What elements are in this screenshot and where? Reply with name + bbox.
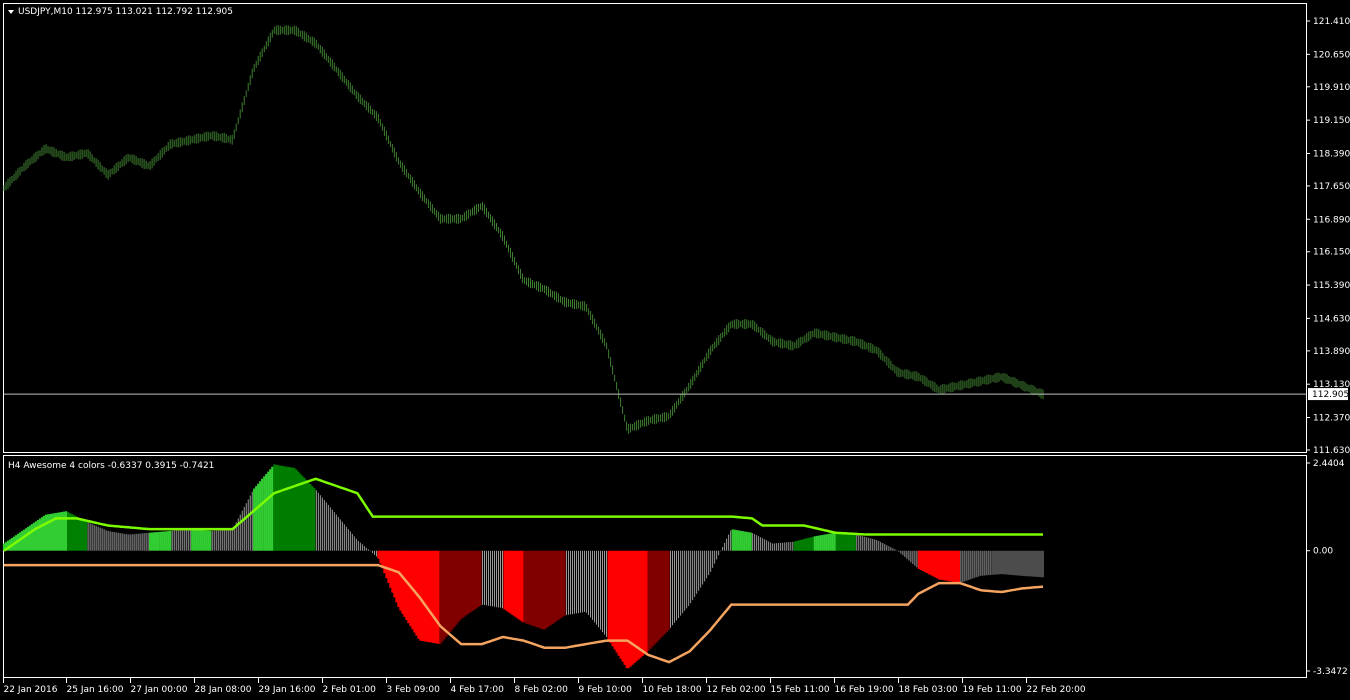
time-axis-label: 8 Feb 02:00 [515, 685, 569, 695]
time-axis-label: 28 Jan 08:00 [195, 685, 252, 695]
price-axis-label: 115.390 [1313, 281, 1350, 291]
time-axis-label: 22 Jan 2016 [4, 685, 58, 695]
time-axis-label: 27 Jan 00:00 [131, 685, 188, 695]
price-axis-label: 116.150 [1313, 248, 1350, 258]
indicator-axis-label: 0.00 [1313, 547, 1333, 557]
price-axis-label: 112.370 [1313, 414, 1350, 424]
price-axis-label: 114.630 [1313, 314, 1350, 324]
time-axis-label: 29 Jan 16:00 [259, 685, 316, 695]
price-axis-label: 116.890 [1313, 215, 1350, 225]
time-axis-label: 16 Feb 19:00 [835, 685, 894, 695]
price-axis-label: 121.410 [1313, 17, 1350, 27]
main-chart-title: USDJPY,M10 112.975 113.021 112.792 112.9… [18, 7, 233, 17]
price-axis-label: 120.650 [1313, 50, 1350, 60]
time-axis-label: 12 Feb 02:00 [707, 685, 766, 695]
main-panel-frame [3, 3, 1307, 453]
indicator-axis-label: 2.4404 [1313, 459, 1345, 469]
price-axis-label: 113.130 [1313, 380, 1350, 390]
time-axis-label: 18 Feb 03:00 [899, 685, 958, 695]
time-axis-label: 10 Feb 18:00 [643, 685, 702, 695]
price-axis-label: 111.630 [1313, 446, 1350, 456]
current-price-label: 112.905 [1312, 390, 1349, 400]
time-axis-label: 3 Feb 09:00 [387, 685, 441, 695]
time-axis-label: 25 Jan 16:00 [67, 685, 124, 695]
indicator-axis-label: -3.3472 [1313, 667, 1348, 677]
price-axis: 121.410 120.650 119.910 119.150 118.390 117.6… [1306, 17, 1350, 456]
time-axis-label: 2 Feb 01:00 [323, 685, 377, 695]
time-axis-label: 15 Feb 11:00 [771, 685, 830, 695]
time-axis-label: 9 Feb 10:00 [579, 685, 633, 695]
trading-chart[interactable]: 112.905 121.410 120.650 119.910 119.150 118.… [0, 0, 1350, 700]
time-axis-label: 19 Feb 11:00 [963, 685, 1022, 695]
price-axis-label: 113.890 [1313, 347, 1350, 357]
indicator-axis: 2.4404 0.00 -3.3472 [1306, 459, 1348, 677]
time-axis-label: 22 Feb 20:00 [1027, 685, 1086, 695]
time-axis-label: 4 Feb 17:00 [451, 685, 505, 695]
indicator-title: H4 Awesome 4 colors -0.6337 0.3915 -0.74… [8, 461, 214, 471]
price-axis-label: 118.390 [1313, 149, 1350, 159]
price-axis-label: 117.650 [1313, 182, 1350, 192]
time-axis: 22 Jan 2016 25 Jan 16:00 27 Jan 00:00 28 Ja… [3, 678, 1086, 695]
price-axis-label: 119.910 [1313, 83, 1350, 93]
price-axis-label: 119.150 [1313, 116, 1350, 126]
